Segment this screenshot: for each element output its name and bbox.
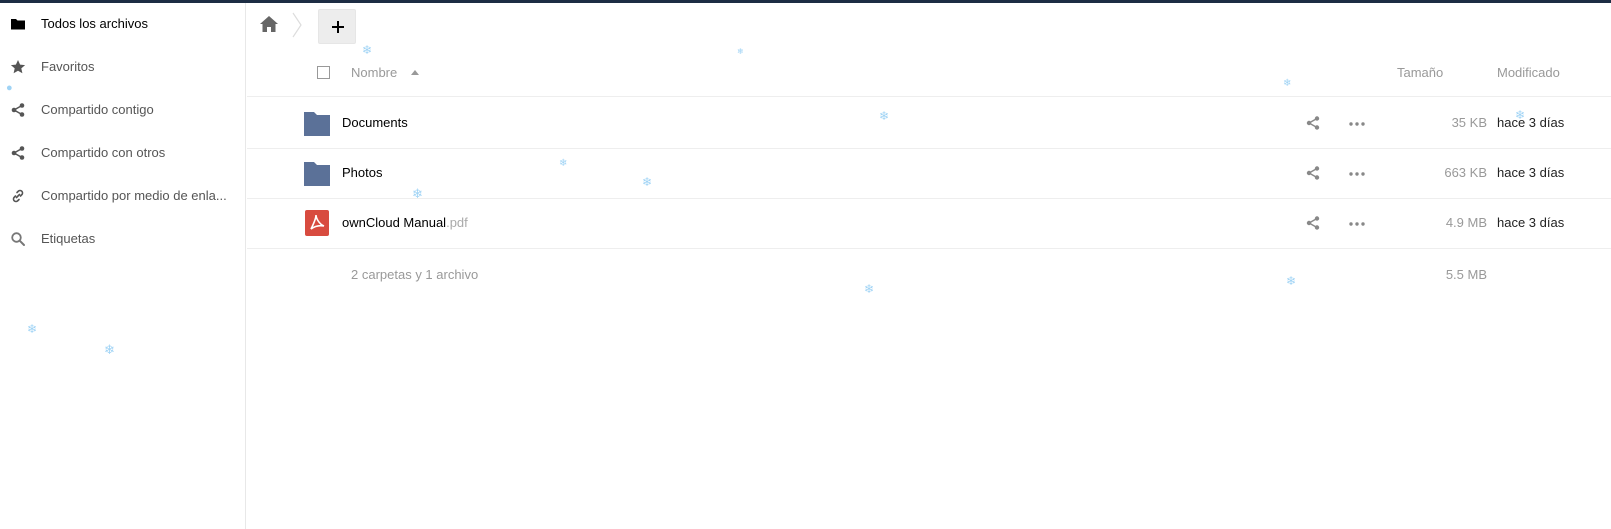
more-actions-icon[interactable] bbox=[1348, 116, 1366, 132]
column-header-name[interactable]: Nombre bbox=[351, 65, 397, 80]
breadcrumb-separator-icon bbox=[292, 12, 302, 38]
snowflake-icon: ❄ bbox=[1283, 78, 1292, 89]
sidebar-item-label: Favoritos bbox=[41, 59, 95, 74]
folder-icon bbox=[304, 162, 330, 186]
snowflake-icon: ❄ bbox=[864, 282, 875, 296]
controls-bar bbox=[247, 3, 1611, 45]
more-actions-icon[interactable] bbox=[1348, 166, 1366, 182]
new-file-button[interactable] bbox=[318, 9, 356, 44]
snowflake-icon: ❄ bbox=[412, 186, 423, 201]
snowflake-icon: ❄ bbox=[1286, 274, 1297, 288]
snowflake-icon: ❄ bbox=[879, 109, 890, 123]
sidebar-item-label: Compartido con otros bbox=[41, 145, 166, 160]
folder-icon bbox=[304, 112, 330, 136]
star-icon bbox=[10, 60, 26, 74]
file-summary: 2 carpetas y 1 archivo bbox=[351, 267, 479, 282]
file-modified: hace 3 días bbox=[1497, 165, 1565, 180]
file-name[interactable]: ownCloud Manual.pdf bbox=[342, 215, 468, 230]
sort-ascending-icon bbox=[411, 70, 419, 75]
snowflake-icon: ❄ bbox=[362, 43, 373, 57]
snowflake-icon: ❄ bbox=[1515, 108, 1526, 122]
file-name[interactable]: Photos bbox=[342, 165, 382, 180]
sidebar-item-tags[interactable]: Etiquetas bbox=[0, 219, 245, 259]
snowflake-icon: ❄ bbox=[737, 47, 744, 56]
select-all-checkbox[interactable] bbox=[317, 66, 330, 79]
snowflake-icon: ❄ bbox=[104, 342, 115, 357]
table-row[interactable]: ownCloud Manual.pdf 4.9 MB hace 3 días bbox=[247, 198, 1611, 249]
sidebar-item-label: Etiquetas bbox=[41, 231, 96, 246]
home-icon[interactable] bbox=[259, 15, 279, 33]
sidebar-item-shared-with-you[interactable]: Compartido contigo bbox=[0, 90, 245, 130]
column-header-modified[interactable]: Modificado bbox=[1497, 65, 1560, 80]
snowflake-icon: ● bbox=[6, 82, 13, 94]
file-name[interactable]: Documents bbox=[342, 115, 408, 130]
snowflake-icon: ❄ bbox=[642, 175, 653, 189]
file-list-header: Nombre Tamaño Modificado bbox=[247, 47, 1611, 97]
plus-icon bbox=[332, 21, 344, 33]
file-modified: hace 3 días bbox=[1497, 115, 1565, 130]
file-size: 4.9 MB bbox=[1445, 215, 1487, 230]
folder-icon bbox=[11, 19, 25, 30]
snowflake-icon: ❄ bbox=[27, 322, 38, 336]
link-icon bbox=[12, 189, 24, 203]
sidebar-item-label: Compartido por medio de enla... bbox=[41, 188, 227, 203]
sidebar-item-label: Compartido contigo bbox=[41, 102, 154, 117]
column-header-size[interactable]: Tamaño bbox=[1397, 65, 1443, 80]
file-size: 35 KB bbox=[1451, 115, 1487, 130]
share-icon bbox=[11, 146, 25, 160]
sidebar-item-label: Todos los archivos bbox=[41, 16, 148, 31]
pdf-icon bbox=[305, 210, 329, 236]
table-row[interactable]: Documents 35 KB hace 3 días bbox=[247, 98, 1611, 149]
app-navigation: Todos los archivos Favoritos Compartido … bbox=[0, 3, 246, 529]
table-row[interactable]: Photos 663 KB hace 3 días bbox=[247, 148, 1611, 199]
sidebar-item-shared-with-others[interactable]: Compartido con otros bbox=[0, 133, 245, 173]
more-actions-icon[interactable] bbox=[1348, 216, 1366, 232]
share-icon[interactable] bbox=[1305, 215, 1321, 231]
sidebar-item-all-files[interactable]: Todos los archivos bbox=[0, 4, 245, 44]
snowflake-icon: ❄ bbox=[559, 158, 568, 169]
share-icon bbox=[11, 103, 25, 117]
share-icon[interactable] bbox=[1305, 165, 1321, 181]
sidebar-item-favorites[interactable]: Favoritos bbox=[0, 47, 245, 87]
file-modified: hace 3 días bbox=[1497, 215, 1565, 230]
file-size: 663 KB bbox=[1444, 165, 1487, 180]
share-icon[interactable] bbox=[1305, 115, 1321, 131]
file-summary-size: 5.5 MB bbox=[1445, 267, 1487, 282]
search-icon bbox=[11, 232, 25, 246]
sidebar-item-shared-by-link[interactable]: Compartido por medio de enla... bbox=[0, 176, 245, 216]
